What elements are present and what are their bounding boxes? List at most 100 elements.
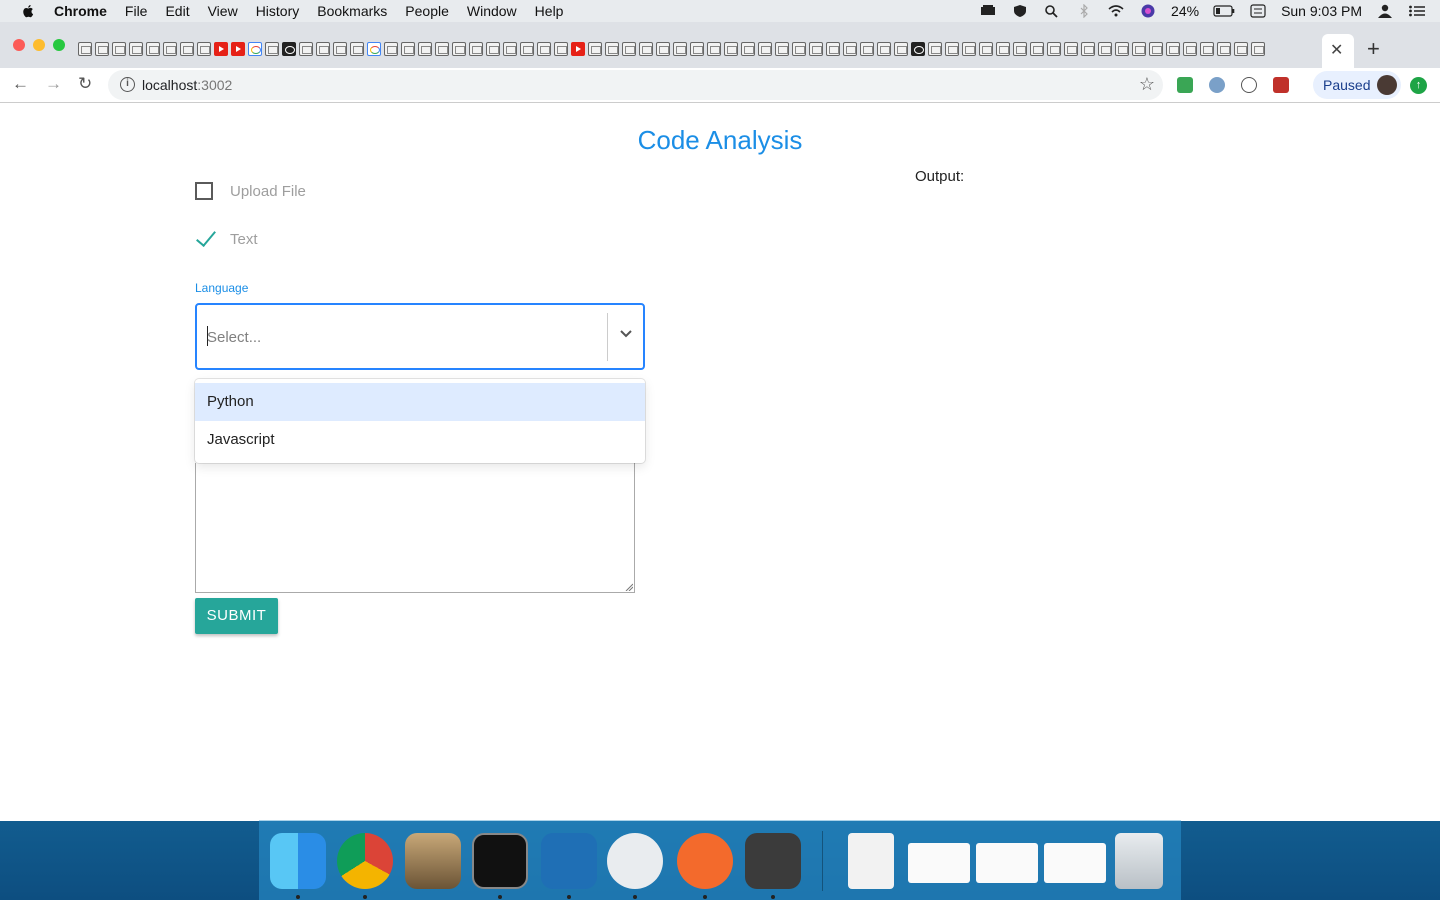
text-option[interactable]: Text	[195, 229, 258, 249]
pinned-tab-favicon-icon[interactable]	[1217, 42, 1231, 56]
pinned-tab-favicon-icon[interactable]	[758, 42, 772, 56]
pinned-tab-favicon-icon[interactable]	[928, 42, 942, 56]
keyboard-icon[interactable]	[1249, 4, 1267, 18]
pinned-tab-favicon-icon[interactable]	[894, 42, 908, 56]
menu-history[interactable]: History	[256, 3, 300, 19]
pinned-tab-favicon-icon[interactable]	[1047, 42, 1061, 56]
extension-mail-icon[interactable]	[1177, 77, 1193, 93]
pinned-tab-favicon-icon[interactable]	[214, 42, 228, 56]
chrome-icon[interactable]	[337, 833, 393, 889]
bookmark-star-icon[interactable]: ☆	[1139, 74, 1155, 95]
pinned-tab-favicon-icon[interactable]	[129, 42, 143, 56]
terminal-icon[interactable]	[472, 833, 528, 889]
menu-edit[interactable]: Edit	[165, 3, 189, 19]
pinned-tab-favicon-icon[interactable]	[537, 42, 551, 56]
pinned-tab-favicon-icon[interactable]	[707, 42, 721, 56]
pinned-tab-favicon-icon[interactable]	[282, 42, 296, 56]
pinned-tab-favicon-icon[interactable]	[401, 42, 415, 56]
pinned-tab-favicon-icon[interactable]	[639, 42, 653, 56]
pinned-tab-favicon-icon[interactable]	[180, 42, 194, 56]
pinned-tab-favicon-icon[interactable]	[792, 42, 806, 56]
pinned-tab-favicon-icon[interactable]	[945, 42, 959, 56]
url-text[interactable]: localhost:3002	[142, 77, 232, 93]
option-python[interactable]: Python	[195, 383, 645, 421]
pinned-tab-favicon-icon[interactable]	[469, 42, 483, 56]
extension-puzzle-icon[interactable]	[1209, 77, 1225, 93]
chess-icon[interactable]	[405, 833, 461, 889]
pinned-tab-favicon-icon[interactable]	[673, 42, 687, 56]
user-icon[interactable]	[1376, 4, 1394, 18]
pinned-tab-favicon-icon[interactable]	[588, 42, 602, 56]
chrome-window-thumbnail-icon[interactable]	[1044, 843, 1106, 883]
pinned-tab-favicon-icon[interactable]	[605, 42, 619, 56]
pinned-tab-favicon-icon[interactable]	[1081, 42, 1095, 56]
notification-center-icon[interactable]	[1408, 4, 1426, 18]
code-textarea[interactable]	[195, 463, 635, 593]
postman-icon[interactable]	[677, 833, 733, 889]
sublime-text-icon[interactable]	[745, 833, 801, 889]
pinned-tab-favicon-icon[interactable]	[333, 42, 347, 56]
pinned-tab-favicon-icon[interactable]	[877, 42, 891, 56]
pinned-tab-favicon-icon[interactable]	[520, 42, 534, 56]
close-tab-icon[interactable]: ✕	[1330, 40, 1343, 60]
pinned-tab-favicon-icon[interactable]	[979, 42, 993, 56]
upload-file-option[interactable]: Upload File	[195, 182, 306, 200]
pinned-tab-favicon-icon[interactable]	[503, 42, 517, 56]
pinned-tab-favicon-icon[interactable]	[95, 42, 109, 56]
pinned-tab-favicon-icon[interactable]	[265, 42, 279, 56]
forward-icon[interactable]: →	[45, 74, 62, 94]
pinned-tab-favicon-icon[interactable]	[843, 42, 857, 56]
pinned-tab-favicon-icon[interactable]	[316, 42, 330, 56]
pinned-tab-favicon-icon[interactable]	[554, 42, 568, 56]
pinned-tab-favicon-icon[interactable]	[435, 42, 449, 56]
pinned-tab-favicon-icon[interactable]	[741, 42, 755, 56]
pinned-tab-favicon-icon[interactable]	[486, 42, 500, 56]
pinned-tab-favicon-icon[interactable]	[911, 42, 925, 56]
search-icon[interactable]	[1043, 4, 1061, 18]
pinned-tab-favicon-icon[interactable]	[860, 42, 874, 56]
pinned-tab-favicon-icon[interactable]	[1064, 42, 1078, 56]
zoom-window-button[interactable]	[53, 39, 65, 51]
vscode-icon[interactable]	[541, 833, 597, 889]
pinned-tab-favicon-icon[interactable]	[146, 42, 160, 56]
site-info-icon[interactable]: i	[120, 77, 135, 92]
trash-icon[interactable]	[1115, 833, 1163, 889]
pinned-tab-favicon-icon[interactable]	[1234, 42, 1248, 56]
pinned-tab-favicon-icon[interactable]	[690, 42, 704, 56]
text-checkmark-icon[interactable]	[195, 229, 215, 249]
pinned-tab-favicon-icon[interactable]	[452, 42, 466, 56]
pinned-tab-favicon-icon[interactable]	[622, 42, 636, 56]
pinned-tab-favicon-icon[interactable]	[1183, 42, 1197, 56]
chrome-window-thumbnail-icon[interactable]	[976, 843, 1038, 883]
submit-button[interactable]: SUBMIT	[195, 598, 278, 634]
bluetooth-icon[interactable]	[1075, 4, 1093, 18]
clock[interactable]: Sun 9:03 PM	[1281, 3, 1362, 19]
pinned-tab-favicon-icon[interactable]	[1149, 42, 1163, 56]
resize-handle-icon[interactable]	[625, 583, 633, 591]
pinned-tab-favicon-icon[interactable]	[571, 42, 585, 56]
back-icon[interactable]: ←	[12, 74, 29, 94]
extension-dev-icon[interactable]	[1241, 77, 1257, 93]
pinned-tab-favicon-icon[interactable]	[367, 42, 381, 56]
pinned-tab-favicon-icon[interactable]	[724, 42, 738, 56]
language-select[interactable]: Select...	[195, 303, 645, 370]
pinned-tab-favicon-icon[interactable]	[962, 42, 976, 56]
pinned-tab-favicon-icon[interactable]	[78, 42, 92, 56]
pinned-tab-favicon-icon[interactable]	[350, 42, 364, 56]
pinned-tab-favicon-icon[interactable]	[809, 42, 823, 56]
upload-file-checkbox[interactable]	[195, 182, 213, 200]
menu-people[interactable]: People	[405, 3, 449, 19]
pinned-tab-favicon-icon[interactable]	[1013, 42, 1027, 56]
update-icon[interactable]: ↑	[1410, 77, 1427, 94]
pinned-tab-favicon-icon[interactable]	[197, 42, 211, 56]
new-tab-button[interactable]: +	[1367, 36, 1380, 62]
minimize-window-button[interactable]	[33, 39, 45, 51]
pinned-tab-favicon-icon[interactable]	[775, 42, 789, 56]
menu-app-name[interactable]: Chrome	[54, 3, 107, 19]
pinned-tab-favicon-icon[interactable]	[1115, 42, 1129, 56]
menu-file[interactable]: File	[125, 3, 148, 19]
pinned-tab-favicon-icon[interactable]	[248, 42, 262, 56]
pinned-tab-favicon-icon[interactable]	[1251, 42, 1265, 56]
pinned-tab-favicon-icon[interactable]	[231, 42, 245, 56]
menu-help[interactable]: Help	[535, 3, 564, 19]
